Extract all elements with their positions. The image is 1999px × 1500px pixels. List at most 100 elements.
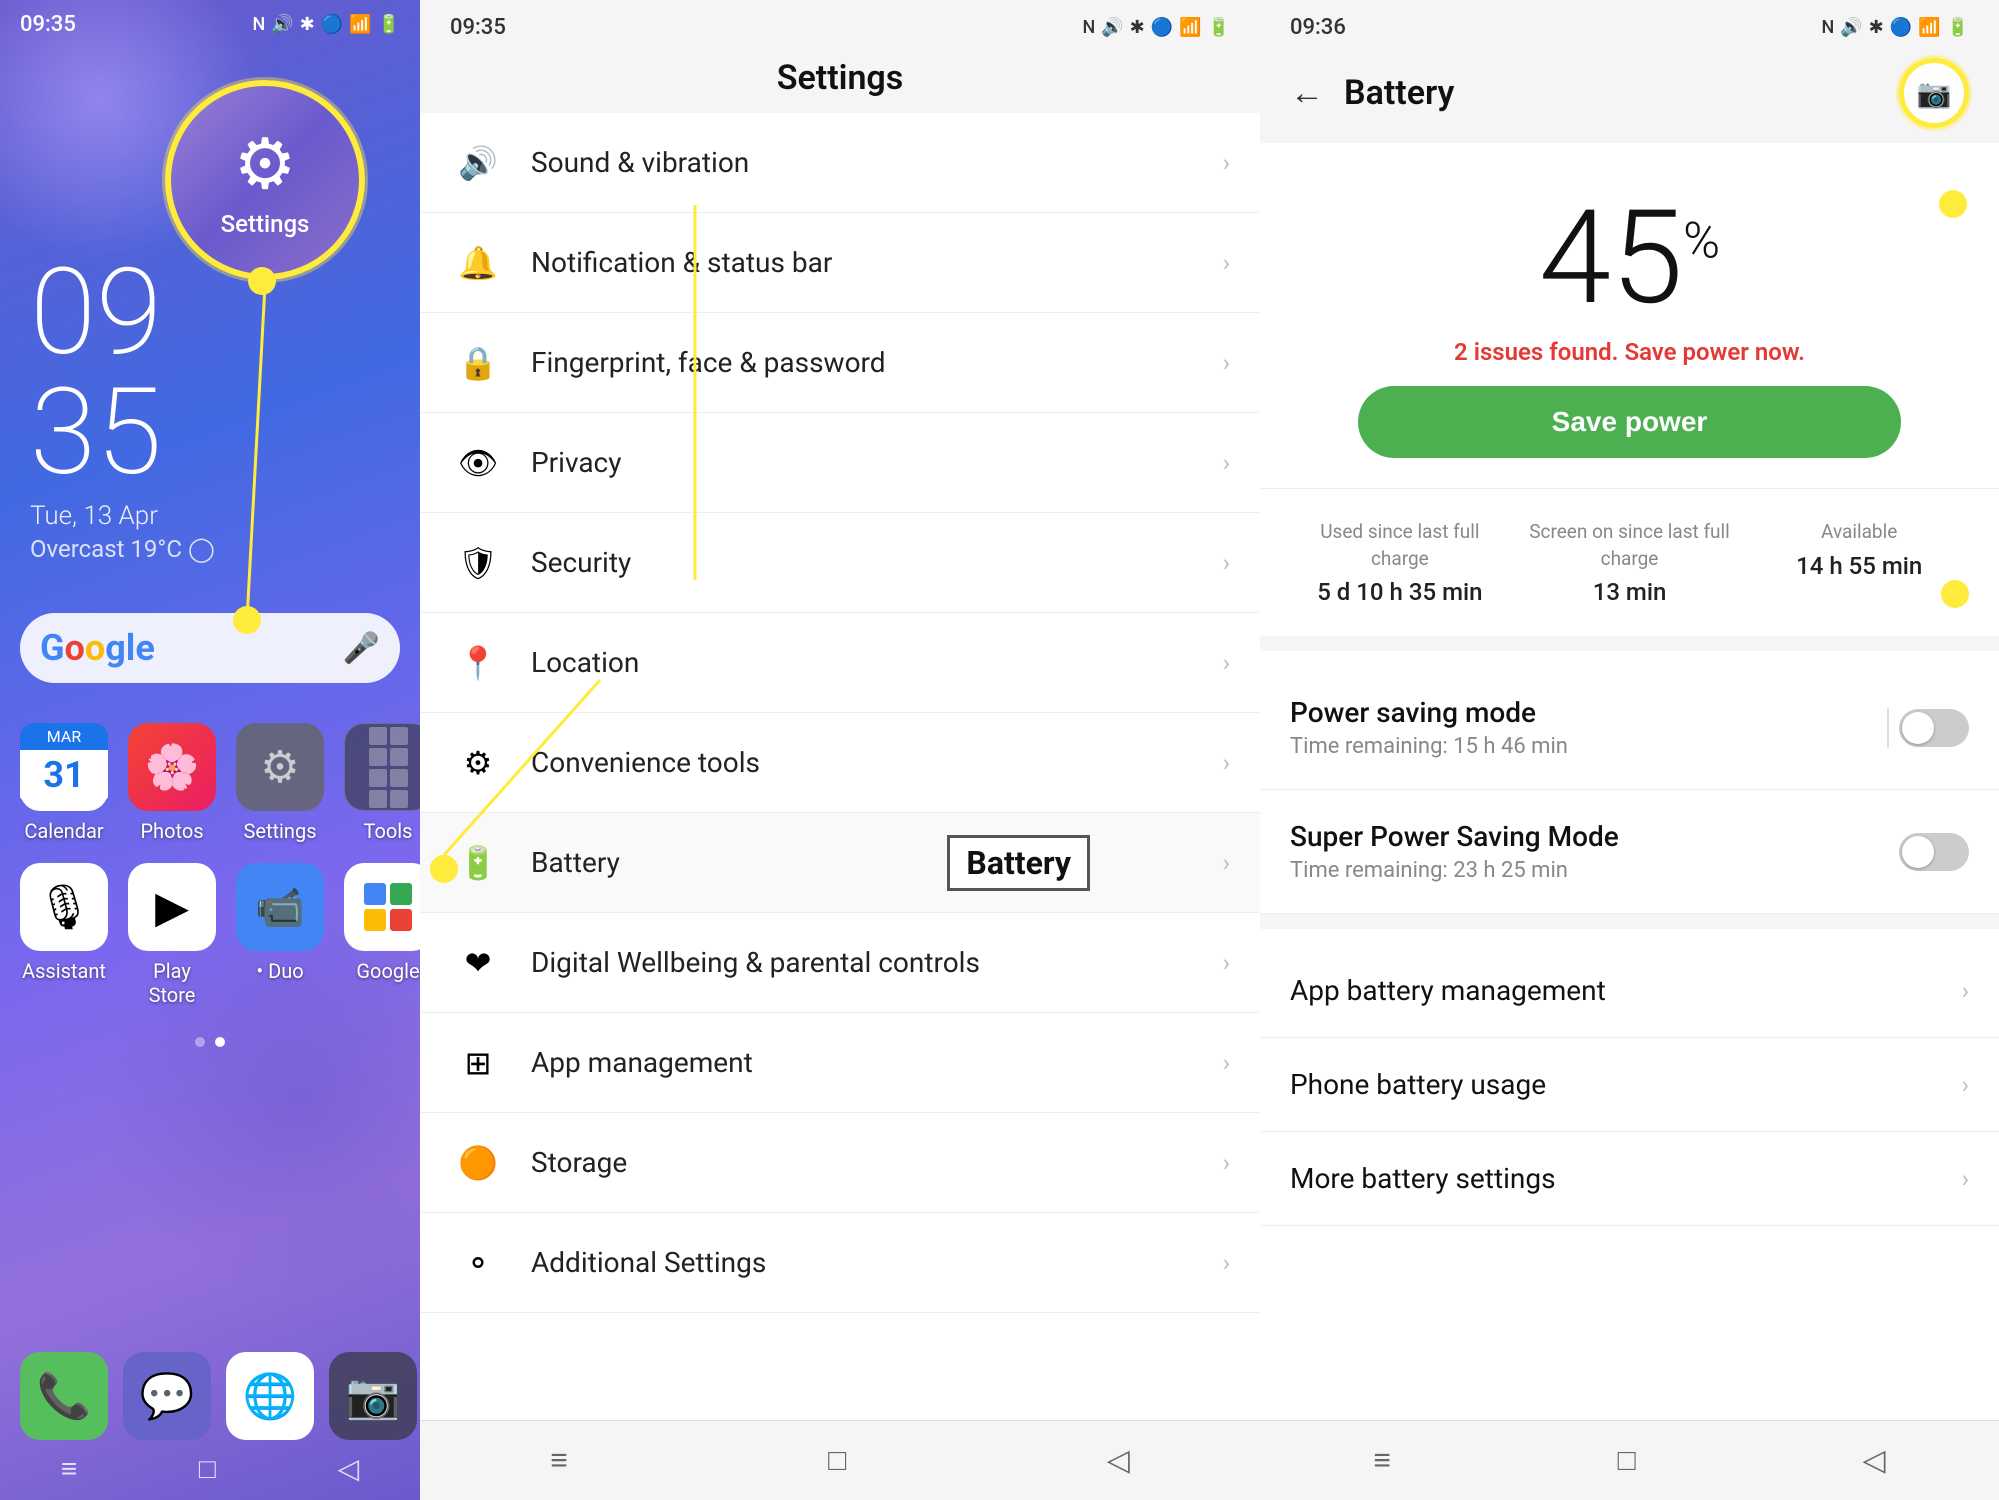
home-status-icons: N 🔊 ✱ 🔵 📶 🔋 (252, 14, 400, 35)
issues-count: 2 (1454, 338, 1468, 366)
location-setting-label: Location (531, 646, 1223, 679)
settings-item-security[interactable]: 🛡 Security › (420, 513, 1260, 613)
s-wifi-icon: 🔵 (1151, 17, 1173, 38)
gear-icon: ⚙ (234, 123, 297, 206)
settings-item-convenience[interactable]: ⚙ Convenience tools › (420, 713, 1260, 813)
app-item-tools[interactable]: Tools (344, 723, 420, 843)
phone-battery-usage-label: Phone battery usage (1290, 1068, 1546, 1101)
stat-available-label: Available (1749, 519, 1969, 546)
home-nav-bar: ≡ □ ◁ (0, 1452, 420, 1485)
duo-label: • Duo (256, 959, 303, 983)
power-saving-toggle[interactable] (1899, 709, 1969, 747)
bluetooth-icon: ✱ (300, 14, 315, 35)
tools-grid (361, 719, 416, 816)
battery-nav-menu[interactable]: ≡ (1373, 1443, 1391, 1478)
more-battery-settings-item[interactable]: More battery settings › (1260, 1132, 1999, 1226)
settings-app-icon: ⚙ (236, 723, 324, 811)
app-grid-row2: 🎙 Assistant ▶ Play Store 📹 • Duo Google (0, 843, 420, 1007)
google-apps-grid (354, 873, 420, 941)
s-signal-icon: 📶 (1179, 17, 1201, 38)
app-battery-management-item[interactable]: App battery management › (1260, 944, 1999, 1038)
app-item-photos[interactable]: 🌸 Photos (128, 723, 216, 843)
fingerprint-setting-icon: 🔒 (450, 335, 506, 391)
settings-item-location[interactable]: 📍 Location › (420, 613, 1260, 713)
dock-messages[interactable]: 💬 (123, 1352, 211, 1440)
camera-icon: 📷 (329, 1352, 417, 1440)
settings-title: Settings (420, 48, 1260, 113)
sound-setting-label: Sound & vibration (531, 146, 1223, 179)
google-search-bar[interactable]: Google 🎤 (20, 613, 400, 683)
settings-nav-menu[interactable]: ≡ (550, 1443, 568, 1478)
app-item-playstore[interactable]: ▶ Play Store (128, 863, 216, 1007)
app-item-google[interactable]: Google (344, 863, 420, 1007)
mic-icon[interactable]: 🎤 (343, 631, 380, 666)
settings-item-storage[interactable]: 🟠 Storage › (420, 1113, 1260, 1213)
nav-home[interactable]: □ (199, 1452, 216, 1485)
power-saving-option[interactable]: Power saving mode Time remaining: 15 h 4… (1260, 666, 1999, 790)
home-date: Tue, 13 Apr (30, 501, 390, 531)
super-saving-title: Super Power Saving Mode (1290, 820, 1619, 853)
storage-setting-icon: 🟠 (450, 1135, 506, 1191)
app-item-assistant[interactable]: 🎙 Assistant (20, 863, 108, 1007)
security-arrow-icon: › (1223, 549, 1230, 577)
dock-phone[interactable]: 📞 (20, 1352, 108, 1440)
chrome-icon: 🌐 (226, 1352, 314, 1440)
super-saving-toggle[interactable] (1899, 833, 1969, 871)
battery-screen: 09:36 N 🔊 ✱ 🔵 📶 🔋 ← Battery 📷 45% 2 issu… (1260, 0, 1999, 1500)
battery-nav-back[interactable]: ◁ (1863, 1443, 1886, 1478)
network-icon: N (252, 14, 265, 35)
settings-highlighted-icon: ⚙ Settings (165, 80, 365, 280)
dock-chrome[interactable]: 🌐 (226, 1352, 314, 1440)
stat-available-value: 14 h 55 min (1749, 552, 1969, 580)
convenience-setting-label: Convenience tools (531, 746, 1223, 779)
battery-screen-title: Battery (1344, 73, 1454, 113)
phone-battery-usage-item[interactable]: Phone battery usage › (1260, 1038, 1999, 1132)
digitalwellbeing-arrow-icon: › (1223, 949, 1230, 977)
settings-nav-home[interactable]: □ (828, 1443, 846, 1478)
page-indicator (0, 1037, 420, 1047)
dot-1 (195, 1037, 205, 1047)
additional-setting-icon: ⚬ (450, 1235, 506, 1291)
nav-back[interactable]: ◁ (338, 1452, 360, 1485)
calendar-icon: MAR 31 (20, 723, 108, 811)
battery-nav-home[interactable]: □ (1618, 1443, 1636, 1478)
google-icon (344, 863, 420, 951)
settings-list: 🔊 Sound & vibration › 🔔 Notification & s… (420, 113, 1260, 1420)
settings-item-privacy[interactable]: 👁 Privacy › (420, 413, 1260, 513)
settings-item-sound[interactable]: 🔊 Sound & vibration › (420, 113, 1260, 213)
settings-item-battery[interactable]: 🔋 Battery Battery › (420, 813, 1260, 913)
settings-item-additional[interactable]: ⚬ Additional Settings › (420, 1213, 1260, 1313)
settings-item-notification[interactable]: 🔔 Notification & status bar › (420, 213, 1260, 313)
stat-used-since-label: Used since last full charge (1290, 519, 1510, 572)
settings-nav-back[interactable]: ◁ (1107, 1443, 1130, 1478)
settings-item-fingerprint[interactable]: 🔒 Fingerprint, face & password › (420, 313, 1260, 413)
settings-status-bar: 09:35 N 🔊 ✱ 🔵 📶 🔋 (420, 0, 1260, 48)
app-item-duo[interactable]: 📹 • Duo (236, 863, 324, 1007)
battery-arrow-icon: › (1223, 849, 1230, 877)
settings-nav-bar: ≡ □ ◁ (420, 1420, 1260, 1500)
appmanagement-setting-label: App management (531, 1046, 1223, 1079)
cal-header: MAR (20, 723, 108, 750)
settings-item-digitalwellbeing[interactable]: ❤ Digital Wellbeing & parental controls … (420, 913, 1260, 1013)
settings-item-appmanagement[interactable]: ⊞ App management › (420, 1013, 1260, 1113)
convenience-arrow-icon: › (1223, 749, 1230, 777)
digitalwellbeing-setting-label: Digital Wellbeing & parental controls (531, 946, 1223, 979)
power-saving-title: Power saving mode (1290, 696, 1568, 729)
percent-symbol: % (1683, 213, 1720, 271)
tools-icon (344, 723, 420, 811)
more-battery-settings-arrow: › (1962, 1165, 1969, 1193)
security-setting-label: Security (531, 546, 1223, 579)
back-button[interactable]: ← (1290, 73, 1324, 113)
playstore-icon: ▶ (128, 863, 216, 951)
assistant-icon: 🎙 (20, 863, 108, 951)
save-power-button[interactable]: Save power (1358, 386, 1901, 458)
super-saving-option[interactable]: Super Power Saving Mode Time remaining: … (1260, 790, 1999, 914)
app-item-settings[interactable]: ⚙ Settings (236, 723, 324, 843)
app-battery-management-label: App battery management (1290, 974, 1606, 1007)
nav-menu[interactable]: ≡ (61, 1452, 77, 1485)
app-item-calendar[interactable]: MAR 31 Calendar (20, 723, 108, 843)
annotation-dot-settings (248, 267, 276, 295)
divider-vert (1887, 708, 1889, 748)
sound-setting-icon: 🔊 (450, 135, 506, 191)
dock-camera[interactable]: 📷 (329, 1352, 417, 1440)
